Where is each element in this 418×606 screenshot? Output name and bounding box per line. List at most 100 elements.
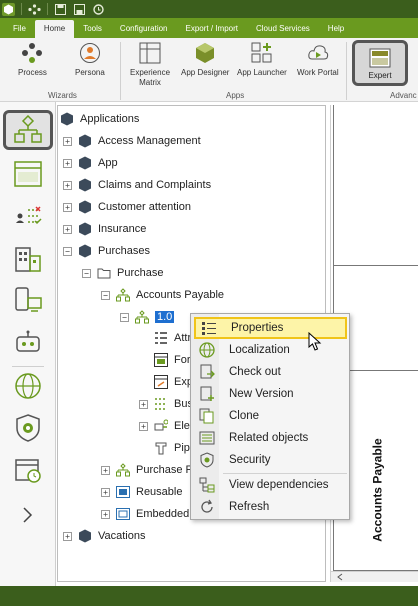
tree-root[interactable]: Applications [60,109,139,129]
expand-icon[interactable]: + [63,224,72,234]
tree-node-accounts-payable[interactable]: − Accounts Payable [101,285,224,305]
title-bar [0,0,418,18]
title-separator [21,3,22,15]
expand-icon[interactable]: + [139,421,148,431]
app-designer-button[interactable]: App Designer [181,42,229,77]
app-launcher-button[interactable]: App Launcher [237,42,287,77]
tree-node-purchase[interactable]: − Purchase [82,263,163,283]
calendar-clock-icon[interactable] [10,452,46,488]
window-icon[interactable] [10,156,46,192]
expand-icon[interactable]: + [139,399,148,409]
expand-icon[interactable]: + [101,465,110,475]
ctx-view-dependencies[interactable]: View dependencies [194,474,347,496]
tree-label: Access Management [98,135,201,147]
ctx-label: Properties [231,322,284,334]
tree-label: Claims and Complaints [98,179,212,191]
tree-node-vacations[interactable]: + Vacations [63,526,146,546]
experience-matrix-button[interactable]: Experience Matrix [130,42,170,88]
refresh-icon[interactable] [92,3,105,16]
save-icon[interactable] [54,3,67,16]
status-bar [0,586,418,606]
tree-node-embedded[interactable]: + Embedded [101,504,189,524]
menu-export-import[interactable]: Export / Import [177,20,247,38]
expand-icon[interactable]: + [101,509,110,519]
menu-home[interactable]: Home [34,20,75,38]
expand-icon[interactable]: + [63,158,72,168]
application-icon [78,134,92,148]
elements-icon [154,419,168,433]
process-tree-icon [116,288,130,302]
tree-label: App [98,157,118,169]
expressions-icon [154,375,168,389]
expand-icon[interactable]: + [101,487,110,497]
expand-icon[interactable]: + [63,136,72,146]
horizontal-scrollbar[interactable] [331,571,418,582]
security-icon [199,452,215,468]
actors-icon[interactable] [10,198,46,234]
ctx-label: Localization [229,344,290,356]
collapse-icon[interactable]: − [63,246,72,256]
tree-node-attributes[interactable]: Attr [154,328,191,348]
ctx-new-version[interactable]: New Version [194,383,347,405]
expert-button[interactable]: Expert [352,40,408,86]
tree-node-claims[interactable]: + Claims and Complaints [63,175,211,195]
menu-file[interactable]: File [4,20,35,38]
menu-help[interactable]: Help [319,20,353,38]
organization-icon[interactable] [10,240,46,276]
lane-title-text: Accounts Payable [371,438,385,542]
work-portal-button[interactable]: Work Portal [297,42,339,77]
tree-node-access-management[interactable]: + Access Management [63,131,201,151]
ctx-label: Refresh [229,501,270,513]
ctx-security[interactable]: Security [194,449,347,471]
shield-gear-icon[interactable] [10,410,46,446]
group-wizards: Wizards [48,91,77,100]
menu-bar: File Home Tools Configuration Export / I… [0,18,418,38]
new-version-icon [199,386,215,402]
bot-icon[interactable] [10,324,46,360]
application-icon [78,178,92,192]
tree-label: Insurance [98,223,147,235]
tree-node-app[interactable]: + App [63,153,118,173]
ctx-refresh[interactable]: Refresh [194,496,347,518]
devices-icon[interactable] [10,282,46,318]
expand-icon[interactable]: + [63,202,72,212]
ctx-related-objects[interactable]: Related objects [194,427,347,449]
globe-icon[interactable] [10,368,46,404]
tree-node-purchases[interactable]: − Purchases [63,241,150,261]
ctx-clone[interactable]: Clone [194,405,347,427]
expand-icon[interactable]: + [63,180,72,190]
save-as-icon[interactable] [73,3,86,16]
group-advanced: Advanc [390,91,417,100]
tree-node-expressions[interactable]: Exp [154,372,193,392]
expand-icon[interactable]: + [63,531,72,541]
persona-button[interactable]: Persona [75,42,105,77]
collapse-icon[interactable]: − [101,290,110,300]
tree-node-business-rules[interactable]: + Busi [139,394,195,414]
process-icon [21,42,43,64]
ctx-properties[interactable]: Properties [194,317,347,339]
clone-icon [199,408,215,424]
tree-node-purchase-requests[interactable]: + Purchase Re [101,460,200,480]
tree-node-insurance[interactable]: + Insurance [63,219,146,239]
tree-node-version[interactable]: − 1.0 [120,307,175,327]
reusable-icon [116,485,130,499]
process-button[interactable]: Process [18,42,47,77]
menu-cloud-services[interactable]: Cloud Services [247,20,319,38]
collapse-icon[interactable]: − [82,268,91,278]
tree-node-customer-attention[interactable]: + Customer attention [63,197,191,217]
pipelines-icon [154,441,168,455]
related-objects-icon [199,430,215,446]
collapse-icon[interactable]: − [120,312,129,322]
business-rules-icon [154,397,168,411]
ctx-localization[interactable]: Localization [194,339,347,361]
ribbon-separator [346,42,347,100]
process-version-icon [135,310,149,324]
chevron-right-icon[interactable] [10,497,46,533]
application-icon [78,156,92,170]
modeler-icon[interactable] [10,112,46,148]
menu-tools[interactable]: Tools [74,20,111,38]
ctx-check-out[interactable]: Check out [194,361,347,383]
network-icon[interactable] [28,3,41,16]
tree-node-reusable[interactable]: + Reusable [101,482,182,502]
menu-configuration[interactable]: Configuration [111,20,177,38]
